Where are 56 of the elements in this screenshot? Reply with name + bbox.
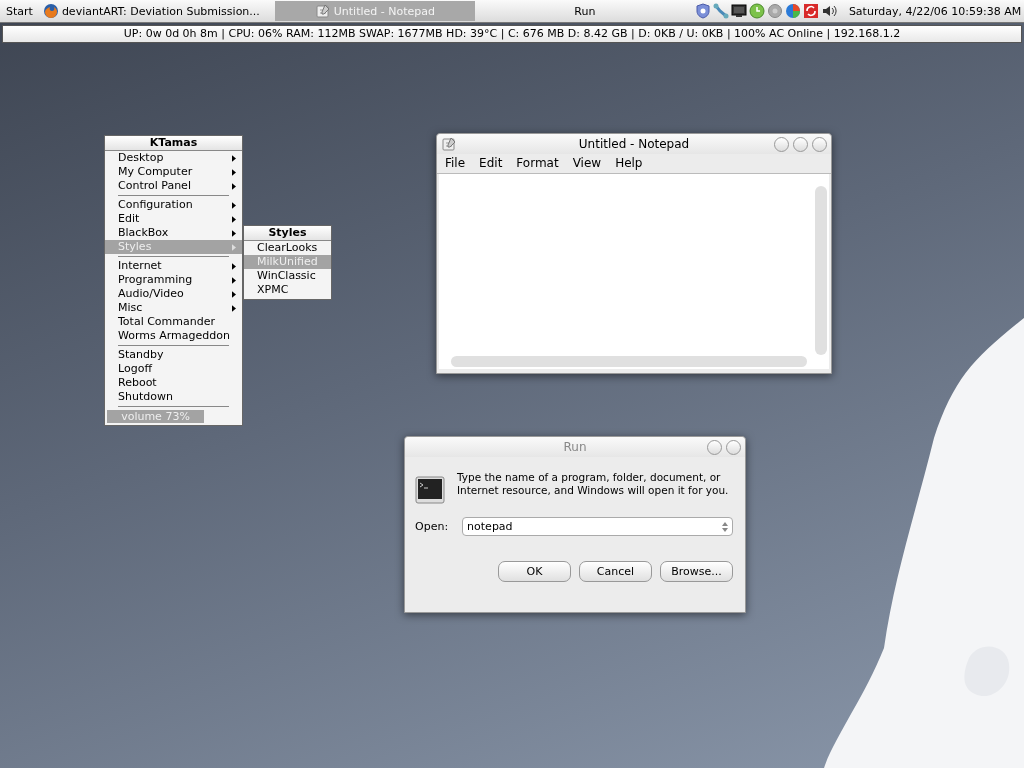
menu-item[interactable]: XPMC — [244, 283, 331, 297]
refresh-icon[interactable] — [802, 3, 819, 19]
menu-item[interactable]: Edit — [105, 212, 242, 226]
window-title: Run — [563, 440, 587, 454]
system-status-bar: UP: 0w 0d 0h 8m | CPU: 06% RAM: 112MB SWAP: 1677MB HD: 39°C | C: 676 MB D: 8.42 GB | D: 0KB / U: 0KB | 100% AC Online | 192.168.1.2 — [2, 25, 1022, 43]
menu-title: KTamas — [105, 136, 242, 151]
taskbar-task[interactable]: Run — [474, 1, 695, 21]
notepad-icon — [441, 136, 457, 152]
dialog-button[interactable]: OK — [498, 561, 571, 582]
menu-bar-item[interactable]: Edit — [475, 156, 507, 170]
menu-item[interactable]: Control Panel — [105, 179, 242, 193]
menu-item[interactable]: Desktop — [105, 151, 242, 165]
menu-item[interactable]: My Computer — [105, 165, 242, 179]
vertical-scrollbar[interactable] — [815, 186, 827, 355]
menu-item[interactable]: Misc — [105, 301, 242, 315]
close-button[interactable] — [812, 136, 827, 152]
open-combobox[interactable]: notepad — [462, 517, 733, 536]
shield-icon[interactable] — [694, 3, 711, 19]
monitor-icon[interactable] — [730, 3, 747, 19]
updown-icon — [722, 522, 728, 532]
volume-label: volume 73% — [120, 410, 191, 423]
notepad-icon — [314, 3, 331, 19]
help-button[interactable] — [707, 439, 722, 455]
menu-item[interactable]: ClearLooks — [244, 241, 331, 255]
speaker-icon[interactable] — [820, 3, 837, 19]
menu-item[interactable]: Total Commander — [105, 315, 242, 329]
clock: Saturday, 4/22/06 10:59:38 AM — [848, 4, 1022, 18]
open-label: Open: — [415, 520, 449, 533]
dialog-button[interactable]: Cancel — [579, 561, 652, 582]
menu-bar-item[interactable]: Format — [512, 156, 563, 170]
close-button[interactable] — [726, 439, 741, 455]
menu-title: Styles — [244, 226, 331, 241]
menu-item[interactable]: Standby — [105, 348, 242, 362]
menu-item[interactable]: Shutdown — [105, 390, 242, 404]
taskbar-task[interactable]: deviantART: Deviation Submission... — [38, 1, 275, 21]
minimize-button[interactable] — [774, 136, 789, 152]
terminal-icon — [415, 475, 445, 505]
browser-icon — [42, 3, 59, 19]
maximize-button[interactable] — [793, 136, 808, 152]
menu-item[interactable]: Logoff — [105, 362, 242, 376]
dialog-button[interactable]: Browse... — [660, 561, 733, 582]
horizontal-scrollbar[interactable] — [451, 356, 807, 367]
menu-bar-item[interactable]: Help — [611, 156, 647, 170]
menu-item[interactable]: WinClassic — [244, 269, 331, 283]
menu-item[interactable]: Audio/Video — [105, 287, 242, 301]
start-button[interactable]: Start — [0, 0, 39, 22]
menu-item[interactable]: BlackBox — [105, 226, 242, 240]
menu-item[interactable]: Configuration — [105, 198, 242, 212]
menu-item[interactable]: Programming — [105, 273, 242, 287]
menu-item[interactable]: Reboot — [105, 376, 242, 390]
instruction-text: Type the name of a program, folder, document, or Internet resource, and Windows will open it for you. — [457, 471, 730, 497]
menu-bar-item[interactable]: View — [568, 156, 606, 170]
window-title: Untitled - Notepad — [578, 137, 690, 151]
menu-bar-item[interactable]: File — [441, 156, 470, 170]
menu-item[interactable]: Worms Armageddon — [105, 329, 242, 343]
menu-item[interactable]: Internet — [105, 259, 242, 273]
